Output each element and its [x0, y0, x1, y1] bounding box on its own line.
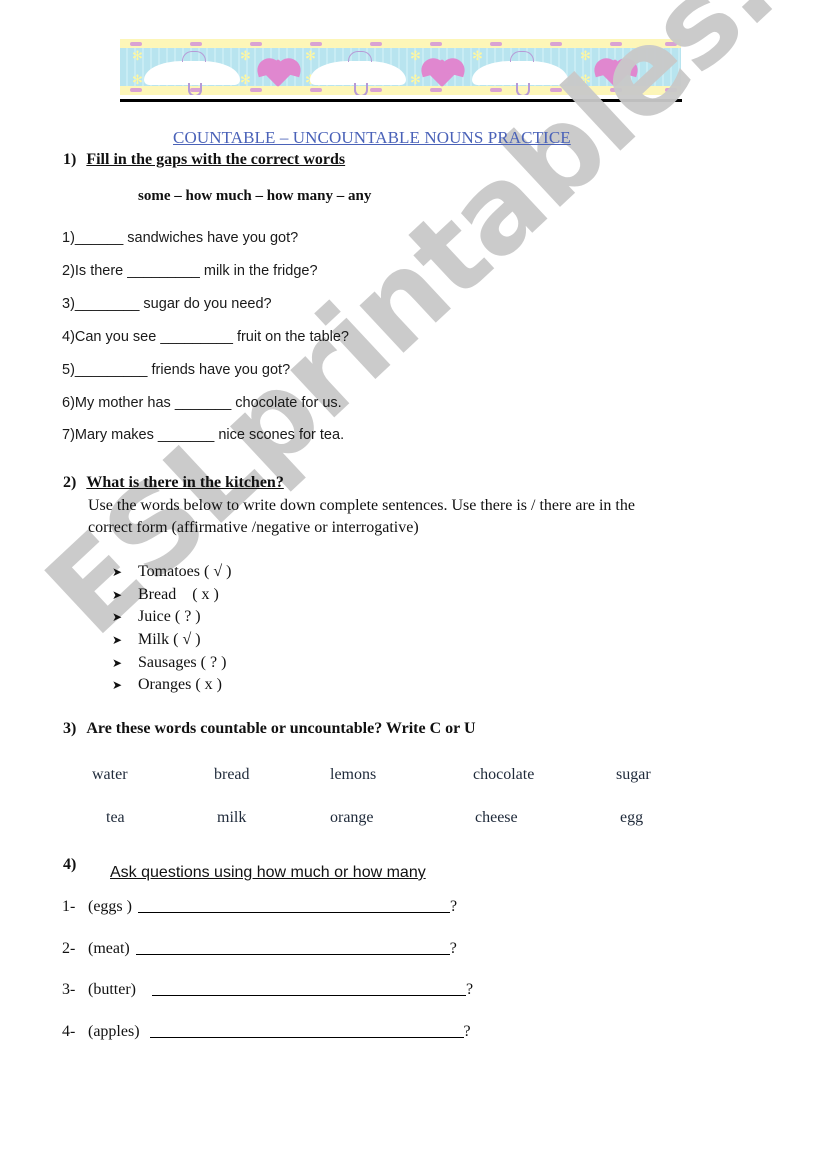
list-item: ➤ Milk ( √ ): [112, 629, 231, 652]
item-word: Tomatoes: [138, 563, 200, 581]
word-item: water: [92, 766, 128, 783]
item-word: Milk: [138, 631, 170, 649]
question-mark: ?: [463, 1023, 471, 1040]
word-item: orange: [330, 809, 374, 826]
item-mark: ( ? ): [174, 608, 201, 626]
question-row: 4- (apples) ?: [62, 1023, 471, 1041]
question-number: 3-: [62, 981, 76, 998]
list-item: ➤ Sausages ( ? ): [112, 651, 231, 674]
question-number: 4-: [62, 1023, 76, 1040]
item-word: Oranges: [138, 676, 192, 694]
word-item: cheese: [475, 809, 518, 826]
question-mark: ?: [465, 981, 474, 998]
gap-fill-item: 3)________ sugar do you need?: [62, 296, 272, 312]
section-1-header: 1) Fill in the gaps with the correct wor…: [63, 151, 345, 169]
page-title: COUNTABLE – UNCOUNTABLE NOUNS PRACTICE: [173, 128, 571, 147]
section-3-header: 3) Are these words countable or uncounta…: [63, 720, 476, 738]
item-word: Juice: [138, 608, 171, 626]
question-cue: (meat): [88, 940, 130, 957]
gap-fill-item: 4)Can you see _________ fruit on the tab…: [62, 329, 349, 345]
question-cue: (apples): [88, 1023, 140, 1040]
question-cue: (eggs ): [88, 898, 132, 915]
kitchen-items-list: ➤ Tomatoes ( √ ) ➤ Bread ( x ) ➤ Juice ( ? …: [112, 561, 231, 697]
gap-fill-item: 5)_________ friends have you got?: [62, 362, 291, 378]
question-row: 3- (butter) ?: [62, 981, 473, 999]
section-number: 4): [63, 856, 77, 873]
answer-blank[interactable]: [149, 1023, 464, 1038]
arrowhead-bullet-icon: ➤: [112, 678, 123, 693]
section-heading: Fill in the gaps with the correct words: [86, 151, 346, 168]
word-item: bread: [214, 766, 250, 783]
item-mark: ( √ ): [203, 563, 232, 581]
item-word: Bread: [138, 585, 177, 603]
list-item: ➤ Oranges ( x ): [112, 674, 231, 697]
arrowhead-bullet-icon: ➤: [112, 587, 123, 602]
word-item: milk: [217, 809, 247, 826]
question-number: 1-: [62, 898, 76, 915]
arrowhead-bullet-icon: ➤: [112, 565, 123, 580]
gap-fill-item: 2)Is there _________ milk in the fridge?: [62, 263, 318, 279]
answer-blank[interactable]: [137, 898, 450, 913]
item-mark: ( x ): [195, 676, 222, 694]
word-item: sugar: [616, 766, 651, 783]
question-number: 2-: [62, 940, 76, 957]
section-heading: Ask questions using how much or how many: [110, 864, 426, 881]
list-item: ➤ Juice ( ? ): [112, 606, 231, 629]
question-row: 1- (eggs ) ?: [62, 898, 457, 916]
section-number: 3): [63, 720, 77, 737]
question-row: 2- (meat) ?: [62, 940, 457, 958]
item-mark: ( √ ): [173, 631, 201, 649]
instruction-line: correct form (affirmative /negative or i…: [88, 519, 419, 536]
word-item: egg: [620, 809, 644, 826]
word-bank: some – how much – how many – any: [138, 188, 372, 204]
question-mark: ?: [449, 898, 458, 915]
question-mark: ?: [449, 940, 457, 957]
answer-blank[interactable]: [135, 940, 450, 955]
word-item: lemons: [330, 766, 377, 783]
item-mark: ( ? ): [200, 653, 227, 671]
question-cue: (butter): [88, 981, 136, 998]
instruction-line: Use the words below to write down comple…: [88, 497, 635, 514]
worksheet: COUNTABLE – UNCOUNTABLE NOUNS PRACTICE 1…: [0, 0, 821, 1169]
arrowhead-bullet-icon: ➤: [112, 633, 123, 648]
answer-blank[interactable]: [151, 981, 466, 996]
word-item: tea: [106, 809, 125, 826]
arrowhead-bullet-icon: ➤: [112, 655, 123, 670]
arrowhead-bullet-icon: ➤: [112, 610, 123, 625]
section-number: 2): [63, 474, 77, 491]
list-item: ➤ Tomatoes ( √ ): [112, 561, 231, 584]
gap-fill-item: 7)Mary makes _______ nice scones for tea…: [62, 427, 345, 443]
section-number: 1): [63, 151, 77, 168]
list-item: ➤ Bread ( x ): [112, 584, 231, 607]
section-2-header: 2) What is there in the kitchen?: [63, 474, 284, 492]
item-word: Sausages: [138, 653, 197, 671]
section-heading: Are these words countable or uncountable…: [86, 720, 476, 737]
word-item: chocolate: [473, 766, 535, 783]
gap-fill-item: 1)______ sandwiches have you got?: [62, 230, 299, 246]
gap-fill-item: 6)My mother has _______ chocolate for us…: [62, 395, 342, 411]
section-heading: What is there in the kitchen?: [86, 474, 284, 491]
item-mark: ( x ): [192, 585, 219, 603]
